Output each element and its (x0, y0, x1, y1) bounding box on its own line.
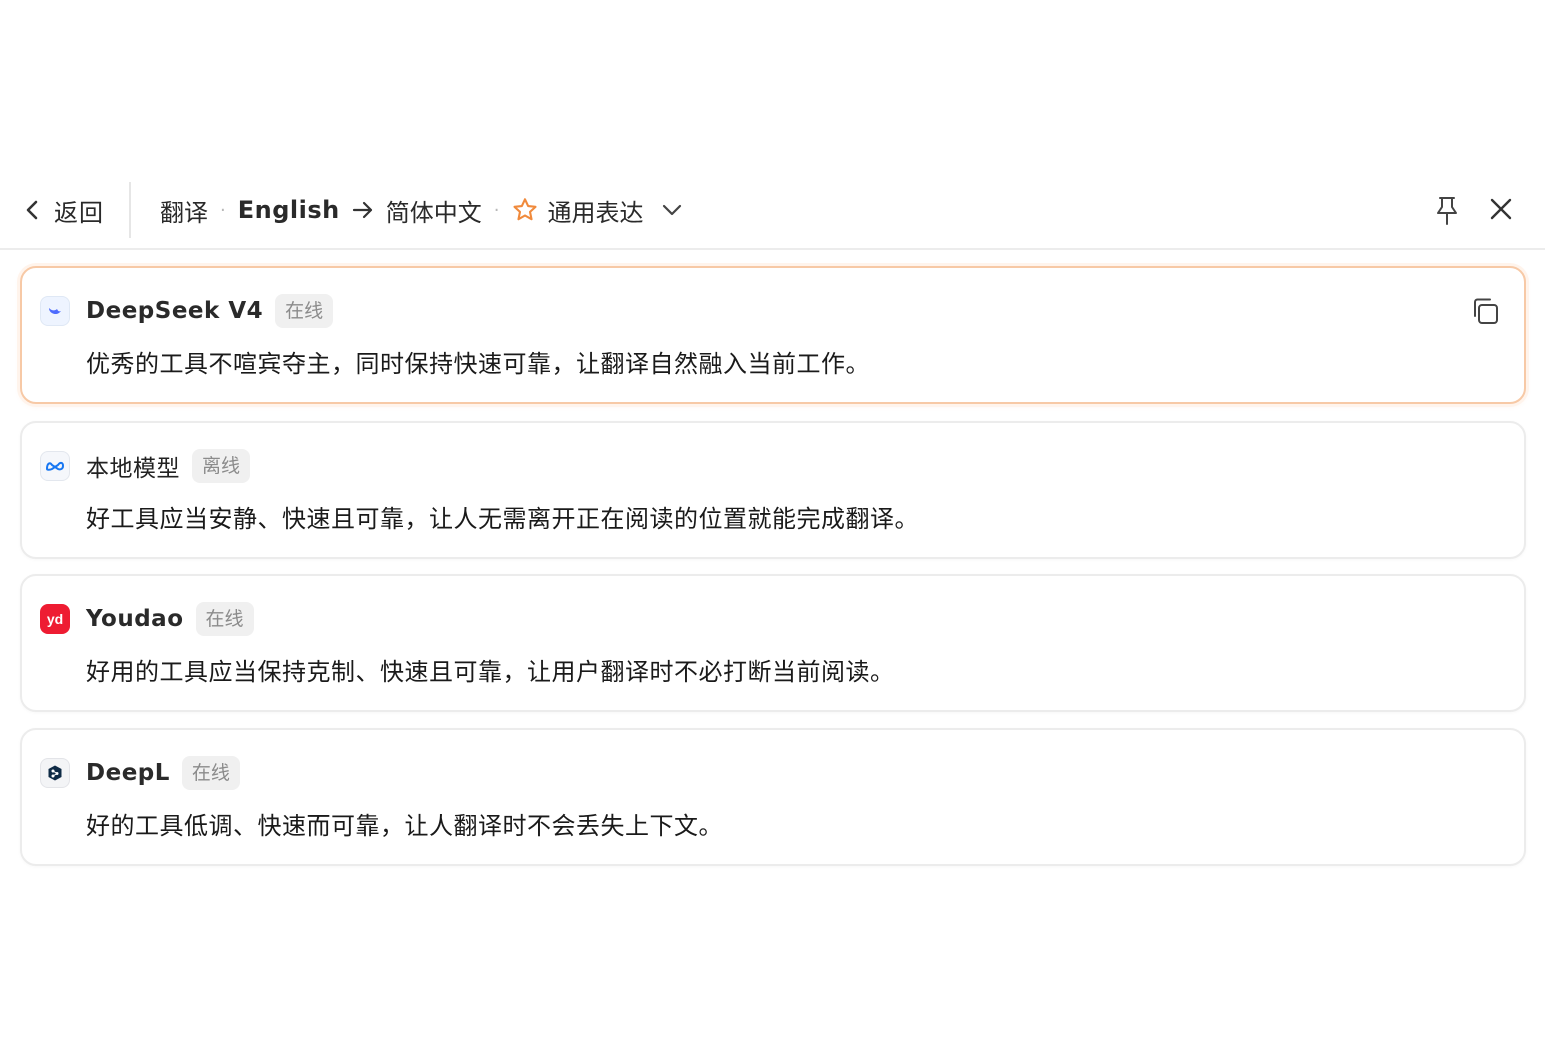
result-card-deepl[interactable]: DeepL 在线 好的工具低调、快速而可靠，让人翻译时不会丢失上下文。 (20, 728, 1526, 866)
mode-label: 翻译 (160, 198, 208, 227)
separator-dot: · (493, 199, 500, 221)
engine-name: DeepSeek V4 (86, 298, 264, 324)
arrow-right-icon (352, 200, 374, 220)
status-badge: 在线 (181, 756, 240, 790)
header-divider (129, 182, 131, 238)
close-icon[interactable] (1486, 194, 1516, 224)
svg-text:yd: yd (47, 611, 63, 627)
translation-text: 好的工具低调、快速而可靠，让人翻译时不会丢失上下文。 (86, 812, 723, 840)
back-button[interactable]: 返回 (24, 190, 104, 230)
translation-text: 好用的工具应当保持克制、快速且可靠，让用户翻译时不必打断当前阅读。 (86, 658, 895, 686)
meta-logo-icon (40, 451, 70, 481)
target-language[interactable]: 简体中文 (386, 193, 482, 228)
card-header: yd Youdao 在线 (40, 602, 254, 636)
result-card-youdao[interactable]: yd Youdao 在线 好用的工具应当保持克制、快速且可靠，让用户翻译时不必打… (20, 574, 1526, 712)
youdao-logo-icon: yd (40, 604, 70, 634)
deepseek-logo-icon (40, 296, 70, 326)
copy-icon[interactable] (1468, 294, 1502, 328)
translation-text: 优秀的工具不喧宾夺主，同时保持快速可靠，让翻译自然融入当前工作。 (86, 350, 870, 378)
status-badge: 在线 (275, 294, 334, 328)
chevron-down-icon (661, 203, 683, 217)
pin-icon[interactable] (1430, 193, 1464, 227)
back-label: 返回 (54, 198, 104, 227)
source-language[interactable]: English (238, 196, 340, 224)
result-card-deepseek[interactable]: DeepSeek V4 在线 优秀的工具不喧宾夺主，同时保持快速可靠，让翻译自然… (20, 266, 1526, 404)
breadcrumb: 翻译 · English 简体中文 · 通用表达 (160, 190, 683, 230)
star-icon (511, 196, 539, 224)
card-header: 本地模型 离线 (40, 449, 251, 483)
result-card-local-model[interactable]: 本地模型 离线 好工具应当安静、快速且可靠，让人无需离开正在阅读的位置就能完成翻… (20, 421, 1526, 559)
engine-name: Youdao (86, 606, 184, 632)
panel-header: 返回 翻译 · English 简体中文 · 通用表达 (0, 168, 1545, 250)
engine-name: 本地模型 (86, 456, 180, 482)
translation-panel: 返回 翻译 · English 简体中文 · 通用表达 DeepSeek V4 … (0, 0, 1545, 1053)
style-selector[interactable]: 通用表达 (511, 193, 683, 228)
card-header: DeepSeek V4 在线 (40, 294, 334, 328)
status-badge: 在线 (195, 602, 254, 636)
translation-text: 好工具应当安静、快速且可靠，让人无需离开正在阅读的位置就能完成翻译。 (86, 505, 919, 533)
card-header: DeepL 在线 (40, 756, 240, 790)
chevron-left-icon (24, 198, 40, 222)
style-label: 通用表达 (547, 198, 644, 227)
status-badge: 离线 (192, 449, 251, 483)
engine-name: DeepL (86, 760, 170, 786)
deepl-logo-icon (40, 758, 70, 788)
separator-dot: · (220, 199, 226, 221)
